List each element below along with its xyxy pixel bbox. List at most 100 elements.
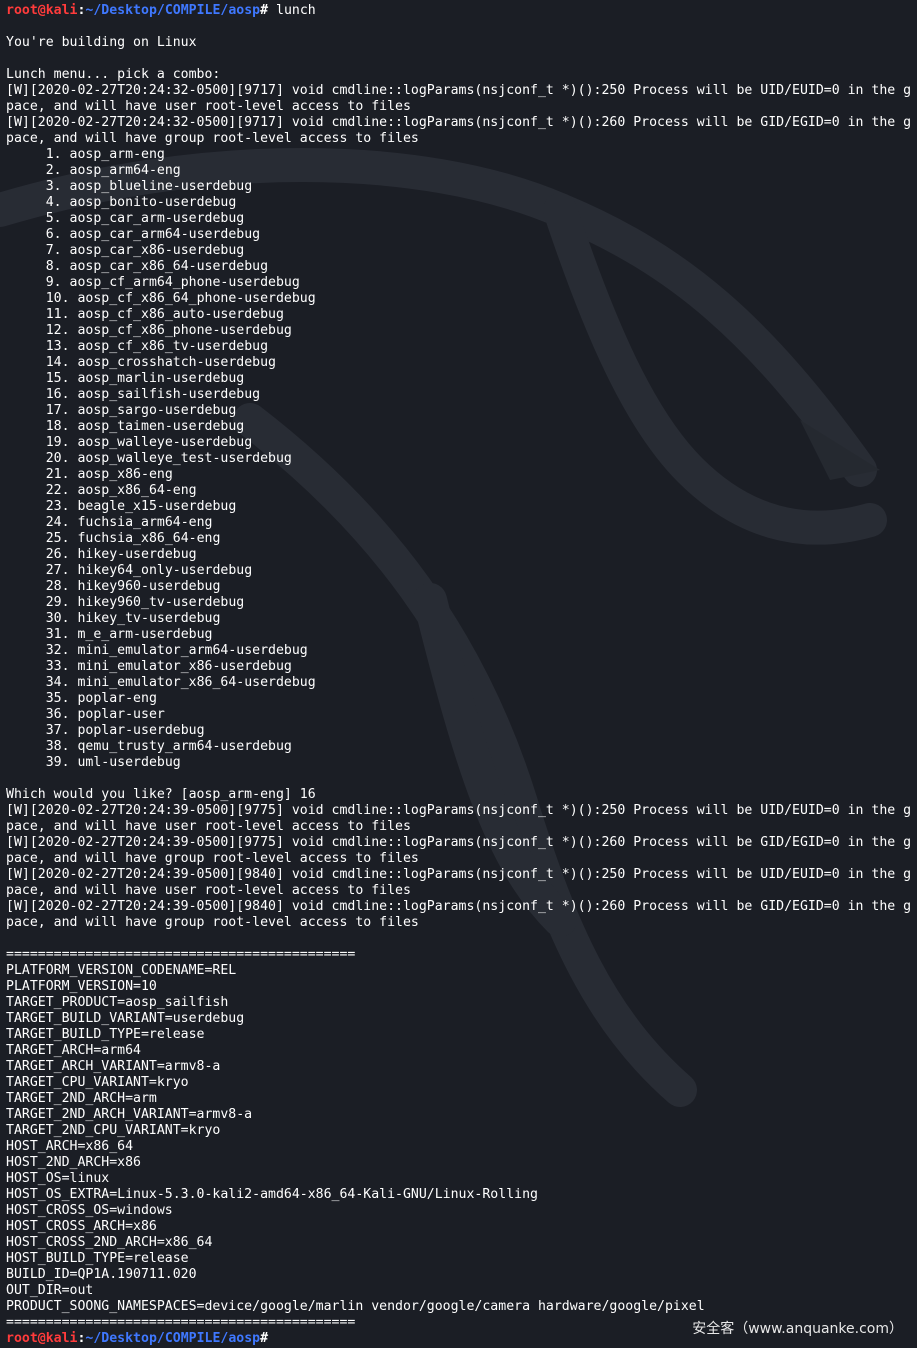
combo-item: 21. aosp_x86-eng bbox=[6, 467, 917, 483]
prompt-path: ~/Desktop/COMPILE/aosp bbox=[85, 3, 261, 18]
combo-number: 26. bbox=[45, 547, 70, 562]
combo-name: aosp_blueline-userdebug bbox=[69, 179, 253, 194]
prompt-symbol: # bbox=[260, 1331, 269, 1346]
log-line: pace, and will have group root-level acc… bbox=[6, 131, 419, 146]
combo-name: aosp_walleye-userdebug bbox=[77, 435, 253, 450]
combo-item: 18. aosp_taimen-userdebug bbox=[6, 419, 917, 435]
log-line: [W][2020-02-27T20:24:39-0500][9775] void… bbox=[6, 803, 912, 818]
combo-name: uml-userdebug bbox=[77, 755, 181, 770]
combo-number: 27. bbox=[45, 563, 70, 578]
combo-number: 17. bbox=[45, 403, 70, 418]
env-var-line: HOST_BUILD_TYPE=release bbox=[6, 1251, 189, 1266]
combo-name: aosp_sailfish-userdebug bbox=[77, 387, 261, 402]
combo-name: fuchsia_arm64-eng bbox=[77, 515, 213, 530]
combo-number: 8. bbox=[45, 259, 62, 274]
combo-number: 16. bbox=[45, 387, 70, 402]
combo-name: aosp_cf_arm64_phone-userdebug bbox=[69, 275, 300, 290]
combo-number: 5. bbox=[45, 211, 62, 226]
combo-name: aosp_marlin-userdebug bbox=[77, 371, 245, 386]
combo-item: 34. mini_emulator_x86_64-userdebug bbox=[6, 675, 917, 691]
combo-number: 19. bbox=[45, 435, 70, 450]
combo-number: 6. bbox=[45, 227, 62, 242]
combo-name: hikey960-userdebug bbox=[77, 579, 221, 594]
combo-name: qemu_trusty_arm64-userdebug bbox=[77, 739, 292, 754]
combo-item: 20. aosp_walleye_test-userdebug bbox=[6, 451, 917, 467]
combo-name: mini_emulator_arm64-userdebug bbox=[77, 643, 308, 658]
combo-number: 36. bbox=[45, 707, 70, 722]
log-line: pace, and will have user root-level acce… bbox=[6, 99, 411, 114]
combo-name: aosp_walleye_test-userdebug bbox=[77, 451, 292, 466]
log-line: [W][2020-02-27T20:24:32-0500][9717] void… bbox=[6, 83, 912, 98]
building-message: You're building on Linux bbox=[6, 35, 197, 50]
choice-prompt: Which would you like? [aosp_arm-eng] 16 bbox=[6, 787, 316, 802]
env-var-line: TARGET_2ND_CPU_VARIANT=kryo bbox=[6, 1123, 221, 1138]
prompt-user-host: root@kali bbox=[6, 1331, 78, 1346]
combo-number: 7. bbox=[45, 243, 62, 258]
combo-item: 6. aosp_car_arm64-userdebug bbox=[6, 227, 917, 243]
combo-item: 33. mini_emulator_x86-userdebug bbox=[6, 659, 917, 675]
combo-number: 24. bbox=[45, 515, 70, 530]
combo-number: 1. bbox=[45, 147, 62, 162]
combo-number: 18. bbox=[45, 419, 70, 434]
combo-name: aosp_car_arm64-userdebug bbox=[69, 227, 261, 242]
env-var-line: TARGET_ARCH_VARIANT=armv8-a bbox=[6, 1059, 221, 1074]
combo-number: 37. bbox=[45, 723, 70, 738]
combo-number: 28. bbox=[45, 579, 70, 594]
combo-name: aosp_cf_x86_phone-userdebug bbox=[77, 323, 292, 338]
combo-number: 34. bbox=[45, 675, 70, 690]
combo-item: 26. hikey-userdebug bbox=[6, 547, 917, 563]
combo-item: 31. m_e_arm-userdebug bbox=[6, 627, 917, 643]
combo-name: aosp_taimen-userdebug bbox=[77, 419, 245, 434]
combo-item: 11. aosp_cf_x86_auto-userdebug bbox=[6, 307, 917, 323]
env-var-line: HOST_CROSS_OS=windows bbox=[6, 1203, 173, 1218]
combo-item: 2. aosp_arm64-eng bbox=[6, 163, 917, 179]
combo-name: hikey960_tv-userdebug bbox=[77, 595, 245, 610]
combo-item: 38. qemu_trusty_arm64-userdebug bbox=[6, 739, 917, 755]
combo-name: aosp_car_x86_64-userdebug bbox=[69, 259, 269, 274]
combo-name: m_e_arm-userdebug bbox=[77, 627, 213, 642]
combo-item: 37. poplar-userdebug bbox=[6, 723, 917, 739]
combo-name: aosp_car_arm-userdebug bbox=[69, 211, 245, 226]
combo-number: 12. bbox=[45, 323, 70, 338]
env-var-line: TARGET_2ND_ARCH_VARIANT=armv8-a bbox=[6, 1107, 253, 1122]
env-var-line: BUILD_ID=QP1A.190711.020 bbox=[6, 1267, 197, 1282]
combo-name: aosp_sargo-userdebug bbox=[77, 403, 237, 418]
combo-number: 21. bbox=[45, 467, 70, 482]
env-var-line: TARGET_PRODUCT=aosp_sailfish bbox=[6, 995, 229, 1010]
combo-name: hikey-userdebug bbox=[77, 547, 197, 562]
combo-number: 30. bbox=[45, 611, 70, 626]
combo-name: hikey_tv-userdebug bbox=[77, 611, 221, 626]
env-var-list: PLATFORM_VERSION_CODENAME=REL PLATFORM_VE… bbox=[6, 963, 917, 1315]
combo-item: 27. hikey64_only-userdebug bbox=[6, 563, 917, 579]
env-var-line: TARGET_CPU_VARIANT=kryo bbox=[6, 1075, 189, 1090]
combo-item: 24. fuchsia_arm64-eng bbox=[6, 515, 917, 531]
separator-top: ========================================… bbox=[6, 947, 356, 962]
combo-name: mini_emulator_x86-userdebug bbox=[77, 659, 292, 674]
combo-number: 23. bbox=[45, 499, 70, 514]
combo-number: 29. bbox=[45, 595, 70, 610]
log-line: [W][2020-02-27T20:24:32-0500][9717] void… bbox=[6, 115, 912, 130]
menu-header: Lunch menu... pick a combo: bbox=[6, 67, 221, 82]
combo-item: 28. hikey960-userdebug bbox=[6, 579, 917, 595]
combo-item: 39. uml-userdebug bbox=[6, 755, 917, 771]
site-watermark: 安全客（www.anquanke.com） bbox=[692, 1321, 903, 1337]
combo-item: 8. aosp_car_x86_64-userdebug bbox=[6, 259, 917, 275]
env-var-line: TARGET_ARCH=arm64 bbox=[6, 1043, 141, 1058]
combo-name: aosp_cf_x86_auto-userdebug bbox=[77, 307, 284, 322]
combo-number: 22. bbox=[45, 483, 70, 498]
command-text: lunch bbox=[276, 3, 316, 18]
combo-item: 12. aosp_cf_x86_phone-userdebug bbox=[6, 323, 917, 339]
env-var-line: PLATFORM_VERSION=10 bbox=[6, 979, 157, 994]
env-var-line: HOST_CROSS_ARCH=x86 bbox=[6, 1219, 157, 1234]
combo-name: poplar-user bbox=[77, 707, 165, 722]
combo-number: 15. bbox=[45, 371, 70, 386]
env-var-line: PRODUCT_SOONG_NAMESPACES=device/google/m… bbox=[6, 1299, 705, 1314]
combo-item: 19. aosp_walleye-userdebug bbox=[6, 435, 917, 451]
log-line: pace, and will have group root-level acc… bbox=[6, 851, 419, 866]
terminal-output[interactable]: root@kali:~/Desktop/COMPILE/aosp# lunch … bbox=[6, 3, 917, 1348]
combo-number: 14. bbox=[45, 355, 70, 370]
combo-number: 32. bbox=[45, 643, 70, 658]
combo-item: 30. hikey_tv-userdebug bbox=[6, 611, 917, 627]
log-line: pace, and will have user root-level acce… bbox=[6, 883, 411, 898]
log-block-second: [W][2020-02-27T20:24:39-0500][9775] void… bbox=[6, 803, 917, 931]
